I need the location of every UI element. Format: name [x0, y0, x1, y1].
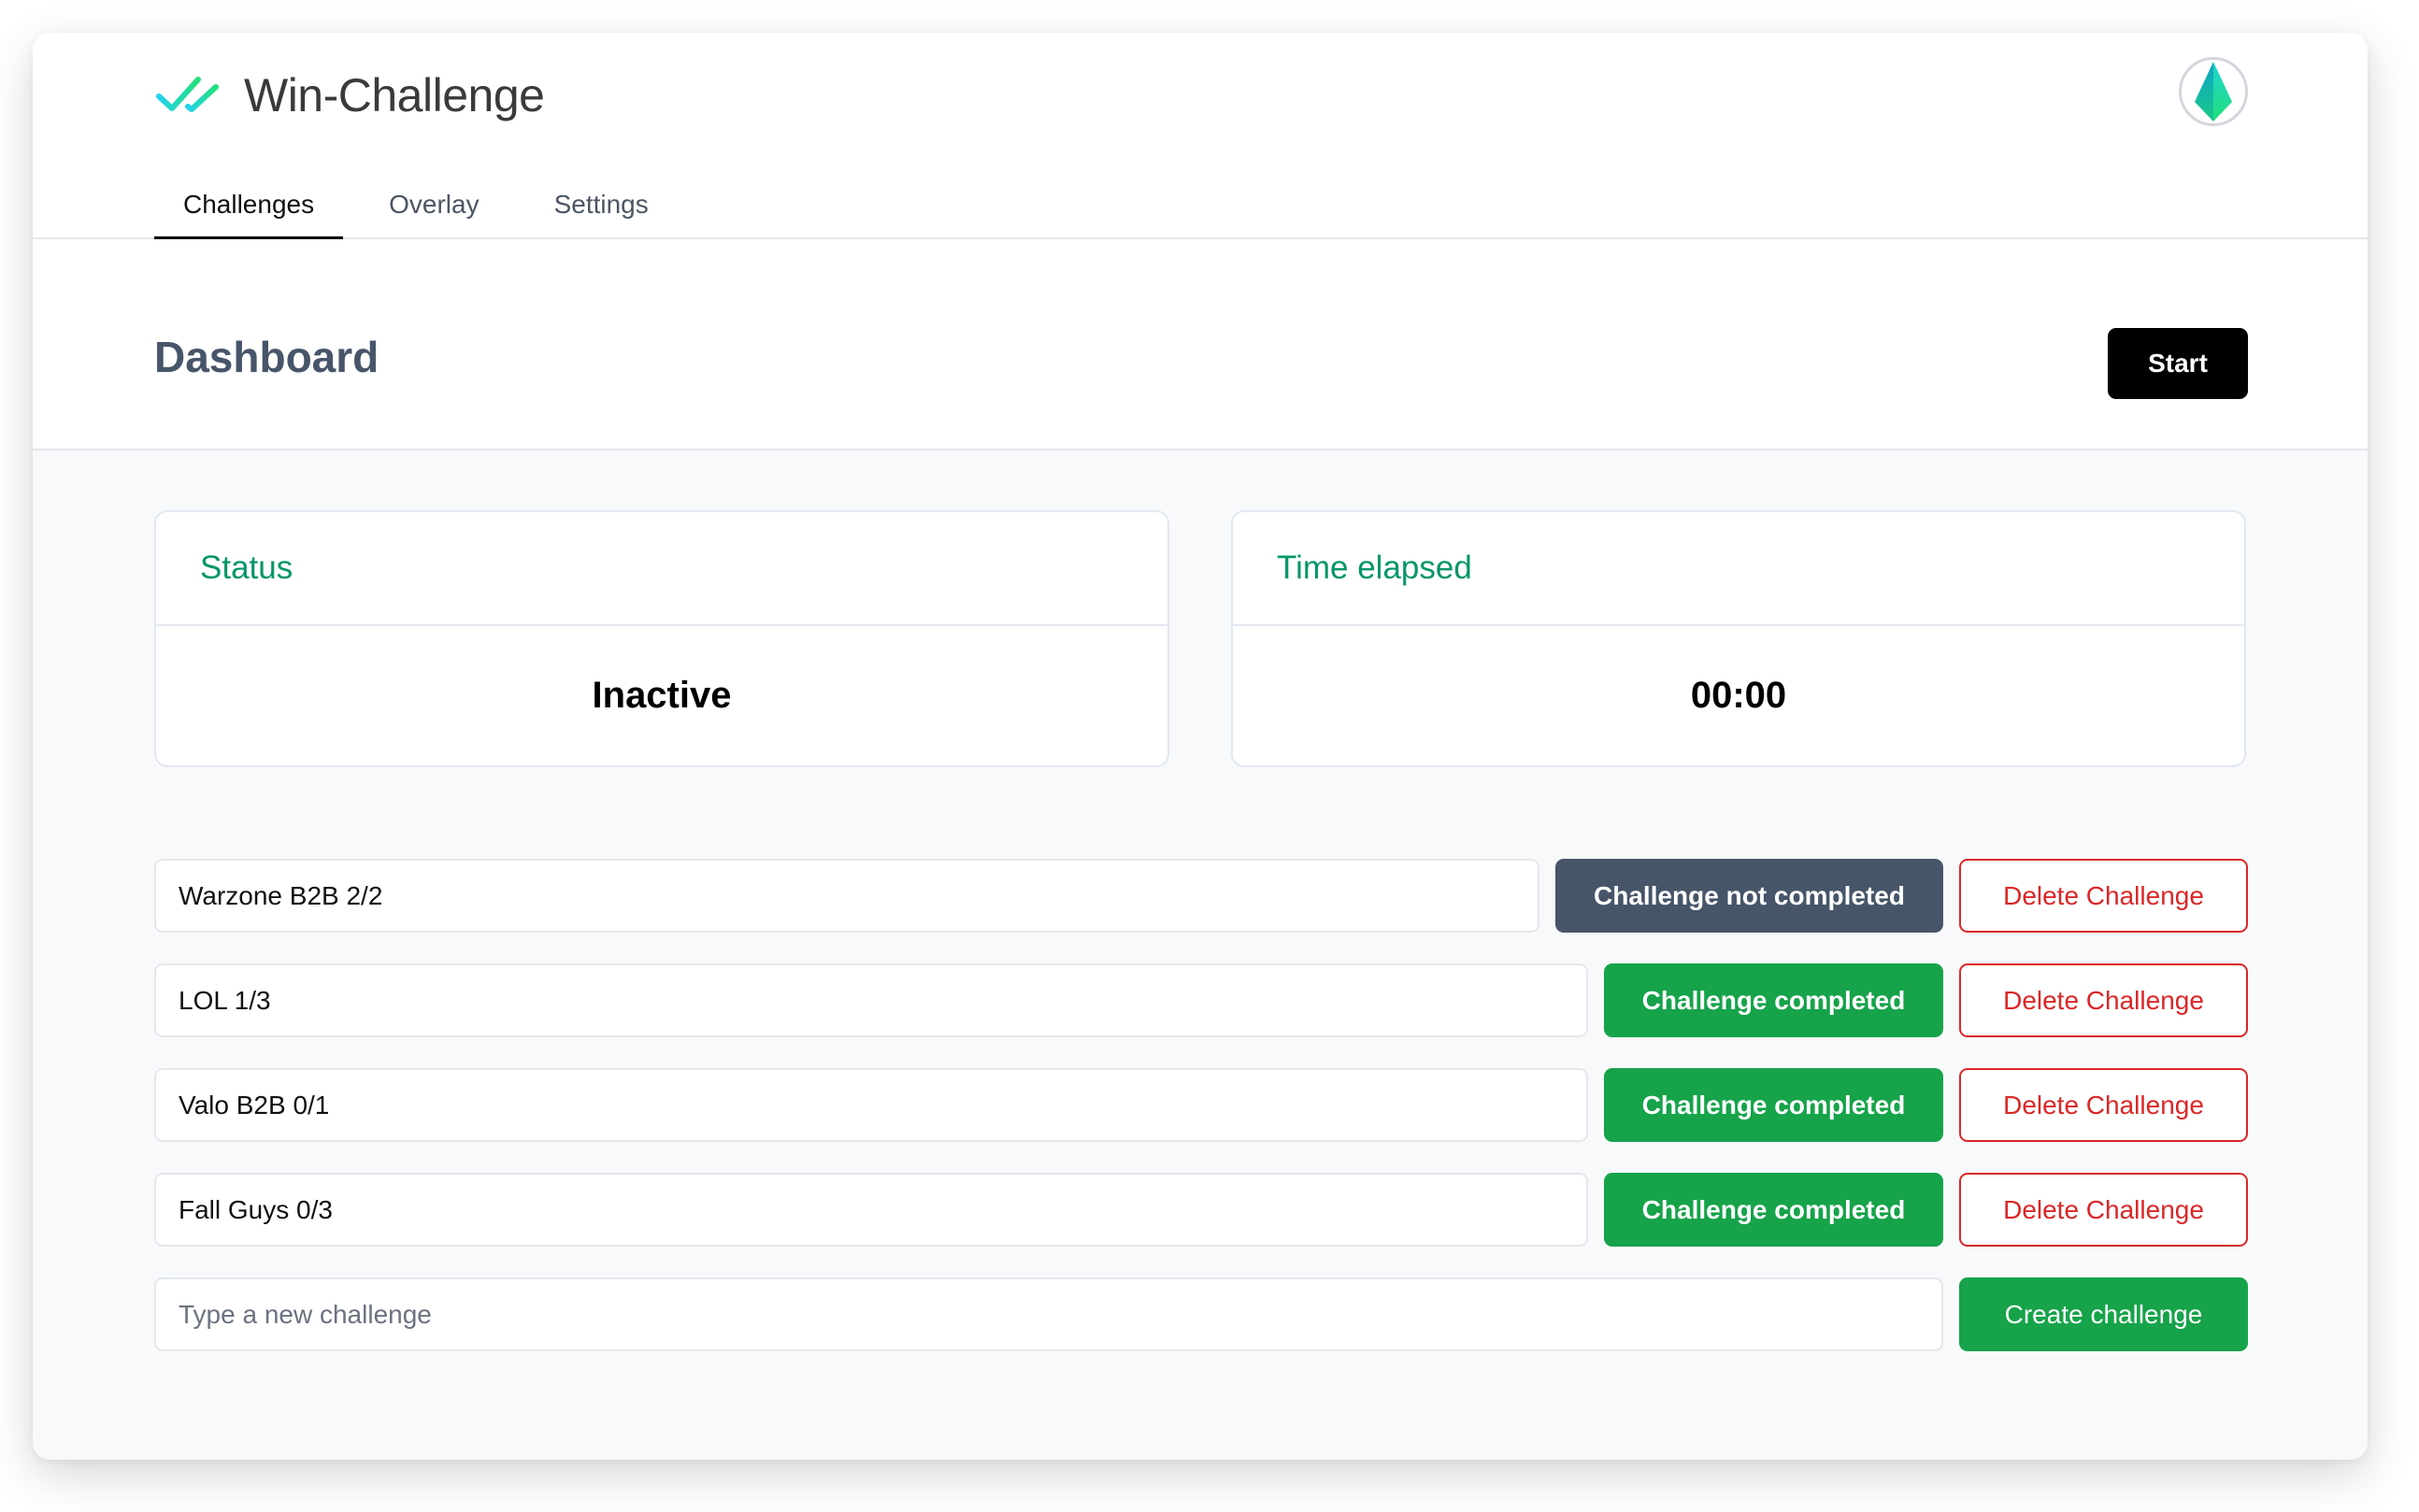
app-window: Win-Challenge Challenges Overlay Setting…: [33, 33, 2368, 1460]
challenge-completed-button[interactable]: Challenge completed: [1604, 1068, 1943, 1142]
challenge-list: Challenge not completed Delete Challenge…: [154, 859, 2248, 1382]
challenge-completed-button[interactable]: Challenge completed: [1604, 963, 1943, 1037]
challenge-completed-button[interactable]: Challenge completed: [1604, 1173, 1943, 1247]
tab-challenges[interactable]: Challenges: [154, 175, 344, 241]
dashboard-header: Dashboard Start: [33, 239, 2368, 450]
time-card-title: Time elapsed: [1277, 549, 1472, 586]
top-navigation: Win-Challenge Challenges Overlay Setting…: [33, 33, 2368, 241]
delete-challenge-button[interactable]: Delete Challenge: [1959, 859, 2248, 933]
challenge-row: Challenge completed Delete Challenge: [154, 1173, 2248, 1247]
app-name: Win-Challenge: [244, 69, 545, 121]
crystal-gem-icon: [2195, 62, 2232, 121]
new-challenge-input[interactable]: [154, 1277, 1943, 1351]
start-button[interactable]: Start: [2108, 328, 2248, 399]
main-tabs: Challenges Overlay Settings: [154, 175, 678, 241]
time-elapsed-value: 00:00: [1690, 675, 1787, 716]
status-value: Inactive: [592, 675, 732, 716]
challenge-row: Challenge completed Delete Challenge: [154, 1068, 2248, 1142]
status-card-title: Status: [200, 549, 293, 586]
status-card: Status Inactive: [154, 510, 1169, 767]
challenge-name-field[interactable]: [154, 1173, 1588, 1247]
status-card-header: Status: [156, 512, 1167, 626]
new-challenge-row: Create challenge: [154, 1277, 2248, 1351]
tab-overlay[interactable]: Overlay: [360, 175, 508, 239]
delete-challenge-button[interactable]: Delete Challenge: [1959, 963, 2248, 1037]
time-elapsed-card: Time elapsed 00:00: [1231, 510, 2246, 767]
challenge-name-field[interactable]: [154, 1068, 1588, 1142]
brand[interactable]: Win-Challenge: [154, 61, 545, 130]
double-check-icon: [156, 77, 219, 112]
create-challenge-button[interactable]: Create challenge: [1959, 1277, 2248, 1351]
tab-settings[interactable]: Settings: [525, 175, 678, 239]
challenge-not-completed-button[interactable]: Challenge not completed: [1555, 859, 1943, 933]
page-title: Dashboard: [154, 333, 379, 381]
delete-challenge-button[interactable]: Delete Challenge: [1959, 1173, 2248, 1247]
challenge-name-field[interactable]: [154, 859, 1539, 933]
challenge-row: Challenge not completed Delete Challenge: [154, 859, 2248, 933]
time-card-body: 00:00: [1233, 626, 2244, 765]
status-card-body: Inactive: [156, 626, 1167, 765]
time-card-header: Time elapsed: [1233, 512, 2244, 626]
challenge-row: Challenge completed Delete Challenge: [154, 963, 2248, 1037]
challenge-name-field[interactable]: [154, 963, 1588, 1037]
avatar[interactable]: [2179, 57, 2248, 126]
delete-challenge-button[interactable]: Delete Challenge: [1959, 1068, 2248, 1142]
